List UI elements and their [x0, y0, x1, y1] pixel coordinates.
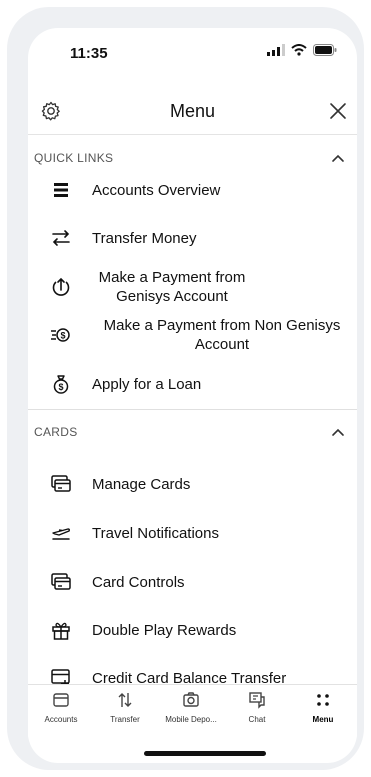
tab-label: Chat — [248, 715, 266, 724]
menu-item-label: Apply for a Loan — [92, 376, 202, 393]
tab-chat[interactable]: Chat — [226, 691, 288, 724]
menu-item-double-play-rewards[interactable]: Double Play Rewards — [28, 608, 357, 652]
menu-item-payment-genisys[interactable]: Make a Payment from Genisys Account — [28, 264, 357, 308]
menu-item-label: Make a Payment from Non Genisys Account — [103, 317, 341, 353]
signal-icon — [267, 44, 285, 56]
tab-accounts[interactable]: Accounts — [30, 691, 92, 724]
menu-header: Menu — [28, 88, 357, 135]
tab-label: Accounts — [44, 715, 78, 724]
arrows-updown-icon — [118, 693, 132, 707]
status-bar: 11:35 — [28, 28, 357, 78]
cards-icon — [51, 475, 71, 492]
payment-icon — [52, 277, 70, 296]
chat-icon — [249, 692, 265, 709]
menu-item-accounts-overview[interactable]: Accounts Overview — [28, 168, 357, 212]
section-title: QUICK LINKS — [34, 151, 114, 165]
chevron-up-icon[interactable] — [331, 425, 345, 439]
svg-text:$: $ — [58, 382, 63, 392]
menu-item-card-controls[interactable]: Card Controls — [28, 560, 357, 604]
transfer-icon — [52, 230, 70, 246]
svg-text:$: $ — [60, 331, 65, 341]
home-indicator[interactable] — [144, 751, 266, 756]
close-icon[interactable] — [327, 100, 349, 122]
tab-mobile-deposit[interactable]: Mobile Depo... — [160, 691, 222, 724]
tab-transfer[interactable]: Transfer — [94, 691, 156, 724]
dots-grid-icon — [317, 694, 329, 706]
tab-menu[interactable]: Menu — [292, 691, 354, 724]
menu-item-payment-non-genisys[interactable]: $ Make a Payment from Non Genisys Accoun… — [28, 312, 357, 356]
status-time: 11:35 — [70, 45, 108, 62]
list-icon — [54, 183, 68, 197]
menu-item-label: Card Controls — [92, 574, 185, 591]
phone-screen: 11:35 Menu QUICK LINKS Accounts Overview… — [28, 28, 357, 763]
status-icons — [267, 44, 337, 56]
bottom-tab-bar: Accounts Transfer Mobile Depo... Chat Me… — [28, 684, 357, 739]
section-header-cards[interactable]: CARDS — [28, 415, 357, 449]
wifi-icon — [291, 44, 307, 56]
tab-label: Menu — [312, 715, 334, 724]
gift-icon — [52, 622, 70, 640]
page-title: Menu — [169, 101, 216, 121]
menu-item-label: Travel Notifications — [92, 525, 219, 542]
tab-label: Mobile Depo... — [165, 715, 217, 724]
device-frame: 11:35 Menu QUICK LINKS Accounts Overview… — [7, 7, 364, 770]
chevron-up-icon[interactable] — [331, 151, 345, 165]
menu-item-label: Accounts Overview — [92, 182, 221, 199]
menu-item-label: Transfer Money — [92, 230, 197, 247]
battery-icon — [313, 44, 337, 56]
tab-label: Transfer — [110, 715, 140, 724]
money-bag-icon: $ — [53, 375, 69, 394]
payment-dollar-icon: $ — [51, 328, 70, 342]
menu-item-label: Make a Payment from Genisys Account — [98, 269, 246, 305]
wallet-icon — [53, 693, 69, 707]
plane-icon — [52, 528, 71, 540]
menu-item-transfer-money[interactable]: Transfer Money — [28, 216, 357, 260]
menu-item-manage-cards[interactable]: Manage Cards — [28, 462, 357, 506]
camera-icon — [183, 692, 199, 707]
menu-item-travel-notifications[interactable]: Travel Notifications — [28, 511, 357, 555]
menu-item-label: Manage Cards — [92, 476, 191, 493]
card-controls-icon — [51, 573, 71, 590]
menu-item-label: Double Play Rewards — [92, 622, 237, 639]
section-title: CARDS — [34, 425, 78, 439]
section-divider — [28, 409, 357, 410]
menu-item-apply-loan[interactable]: $ Apply for a Loan — [28, 362, 357, 406]
